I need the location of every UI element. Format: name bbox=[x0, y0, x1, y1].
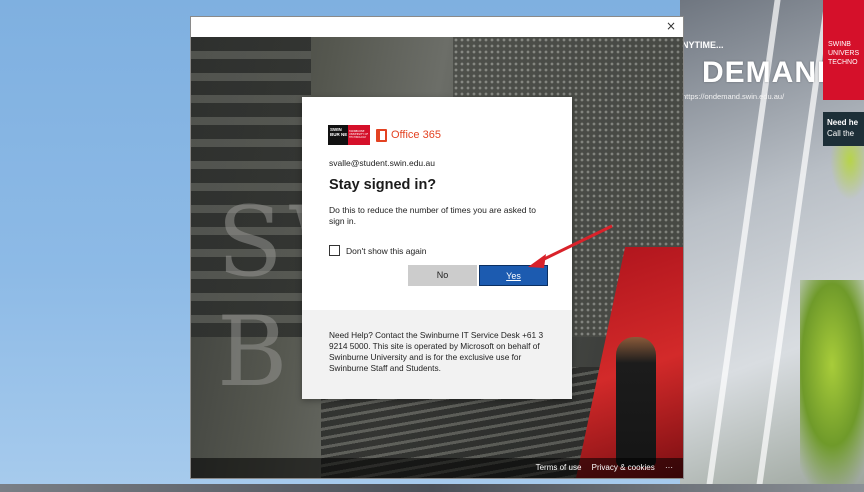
window-titlebar: × bbox=[191, 17, 683, 37]
swinburne-logo-tag: SWINBURNE UNIVERSITY OF TECHNOLOGY bbox=[348, 125, 370, 145]
background-help-title: Need he bbox=[827, 118, 859, 127]
help-text: Need Help? Contact the Swinburne IT Serv… bbox=[302, 310, 572, 399]
swinburne-logo: SWIN BUR NE bbox=[328, 125, 348, 145]
dont-show-again-checkbox[interactable] bbox=[329, 245, 340, 256]
logo-row: SWIN BUR NE SWINBURNE UNIVERSITY OF TECH… bbox=[328, 125, 441, 145]
dont-show-again-option[interactable]: Don't show this again bbox=[329, 245, 427, 256]
background-url-text: https://ondemand.swin.edu.au/ bbox=[682, 92, 785, 101]
red-arrow-annotation bbox=[528, 224, 613, 268]
office-icon bbox=[376, 128, 387, 142]
taskbar-strip bbox=[0, 484, 864, 492]
no-button[interactable]: No bbox=[408, 265, 477, 286]
background-anytime-text: NYTIME... bbox=[682, 40, 724, 50]
background-help-text: Call the bbox=[827, 129, 855, 138]
background-demand-text: DEMAND bbox=[702, 56, 840, 89]
photo-person bbox=[616, 337, 656, 467]
background-foliage bbox=[800, 280, 864, 492]
background-website: NYTIME... DEMAND https://ondemand.swin.e… bbox=[680, 0, 864, 492]
more-options-icon[interactable]: ··· bbox=[665, 463, 673, 472]
account-email: svalle@student.swin.edu.au bbox=[329, 158, 435, 168]
arrow-head bbox=[528, 254, 546, 268]
dialog-description: Do this to reduce the number of times yo… bbox=[329, 205, 536, 226]
dont-show-again-label[interactable]: Don't show this again bbox=[346, 246, 427, 256]
office365-label: Office 365 bbox=[391, 129, 441, 141]
privacy-cookies-link[interactable]: Privacy & cookies bbox=[592, 463, 655, 472]
office365-logo: Office 365 bbox=[376, 128, 441, 142]
background-swinburne-box: SWINB UNIVERS TECHNO bbox=[823, 0, 864, 100]
close-icon[interactable]: × bbox=[663, 18, 679, 34]
window-footer: Terms of use Privacy & cookies ··· bbox=[191, 458, 683, 478]
dialog-title: Stay signed in? bbox=[329, 177, 437, 193]
terms-of-use-link[interactable]: Terms of use bbox=[536, 463, 582, 472]
background-help-box: Need he Call the bbox=[823, 112, 864, 146]
arrow-shaft bbox=[537, 224, 613, 264]
